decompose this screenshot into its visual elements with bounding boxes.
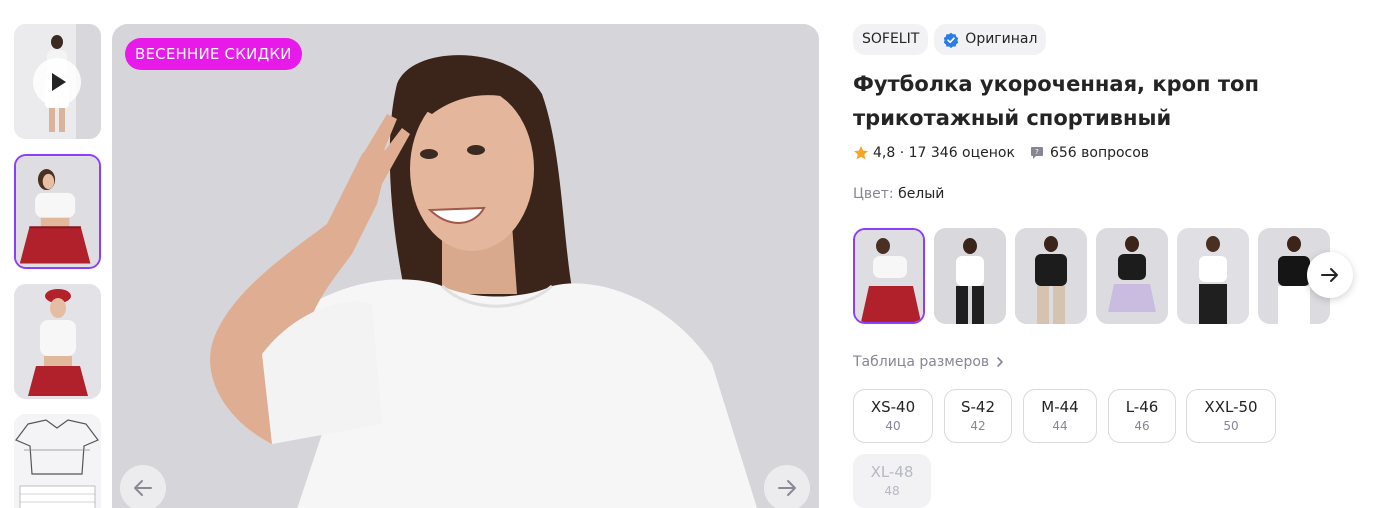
color-label: Цвет: [853, 186, 894, 202]
original-label: Оригинал [965, 31, 1038, 47]
thumbnail-2[interactable] [14, 154, 101, 269]
verified-check-icon [944, 32, 959, 48]
chevron-right-icon [997, 357, 1003, 367]
promo-badge: ВЕСЕННИЕ СКИДКИ [125, 38, 302, 70]
color-swatches [853, 228, 1363, 324]
size-label: S-42 [960, 398, 996, 416]
badges-row: SOFELIT Оригинал [853, 24, 1373, 55]
size-option-xl-48: XL-48 48 [853, 454, 931, 508]
product-info: SOFELIT Оригинал Футболка укороченная, к… [853, 24, 1373, 508]
thumbnail-4-image [14, 414, 101, 508]
size-label: XL-48 [870, 463, 914, 481]
main-product-image[interactable]: ВЕСЕННИЕ СКИДКИ [112, 24, 819, 508]
color-swatch-2[interactable] [934, 228, 1006, 324]
thumbnail-video[interactable] [14, 24, 101, 139]
thumbnail-4[interactable] [14, 414, 101, 508]
brand-badge[interactable]: SOFELIT [853, 24, 929, 55]
color-value: белый [898, 186, 945, 202]
size-option-l-46[interactable]: L-46 46 [1108, 389, 1176, 443]
color-swatch-2-image [934, 228, 1006, 324]
rating-separator: · [895, 145, 909, 161]
product-title: Футболка укороченная, кроп топ трикотажн… [853, 72, 1259, 130]
product-photo [112, 24, 819, 508]
rating-row: 4,8 · 17 346 оценок ? 656 вопросов [853, 143, 1373, 163]
play-icon[interactable] [33, 58, 81, 106]
size-option-xs-40[interactable]: XS-40 40 [853, 389, 933, 443]
size-sub: 44 [1052, 419, 1068, 433]
color-swatch-1-image [855, 230, 923, 322]
size-sub: 50 [1223, 419, 1239, 433]
star-icon [854, 146, 868, 160]
arrow-right-icon [1321, 268, 1338, 282]
rating-value: 4,8 [873, 145, 896, 161]
color-swatch-3-image [1015, 228, 1087, 324]
color-swatch-4-image [1096, 228, 1168, 324]
arrow-right-icon [778, 480, 796, 496]
size-table-label: Таблица размеров [853, 354, 990, 370]
color-swatch-4[interactable] [1096, 228, 1168, 324]
brand-name: SOFELIT [862, 31, 920, 47]
size-label: L-46 [1125, 398, 1159, 416]
color-swatch-5[interactable] [1177, 228, 1249, 324]
size-option-xxl-50[interactable]: XXL-50 50 [1186, 389, 1276, 443]
questions-count[interactable]: 656 вопросов [1050, 145, 1149, 161]
next-image-button[interactable] [764, 465, 810, 508]
prev-image-button[interactable] [120, 465, 166, 508]
size-label: M-44 [1041, 398, 1079, 416]
color-swatch-5-image [1177, 228, 1249, 324]
size-sub: 48 [884, 484, 900, 498]
svg-text:?: ? [1035, 148, 1039, 156]
thumbnail-3[interactable] [14, 284, 101, 399]
arrow-left-icon [134, 480, 152, 496]
original-badge[interactable]: Оригинал [934, 24, 1047, 55]
color-swatch-1[interactable] [853, 228, 925, 324]
thumbnail-2-image [16, 156, 99, 267]
color-swatch-3[interactable] [1015, 228, 1087, 324]
swatches-next-button[interactable] [1307, 252, 1353, 298]
size-option-s-42[interactable]: S-42 42 [944, 389, 1012, 443]
size-sub: 42 [970, 419, 986, 433]
size-sub: 40 [885, 419, 901, 433]
thumbnail-3-image [14, 284, 101, 399]
size-option-m-44[interactable]: M-44 44 [1023, 389, 1097, 443]
size-sub: 46 [1134, 419, 1150, 433]
reviews-count[interactable]: 17 346 оценок [909, 145, 1015, 161]
size-label: XXL-50 [1204, 398, 1258, 416]
size-table-link[interactable]: Таблица размеров [853, 354, 1005, 370]
question-icon: ? [1030, 147, 1043, 159]
color-row: Цвет: белый [853, 186, 1373, 206]
size-label: XS-40 [870, 398, 916, 416]
